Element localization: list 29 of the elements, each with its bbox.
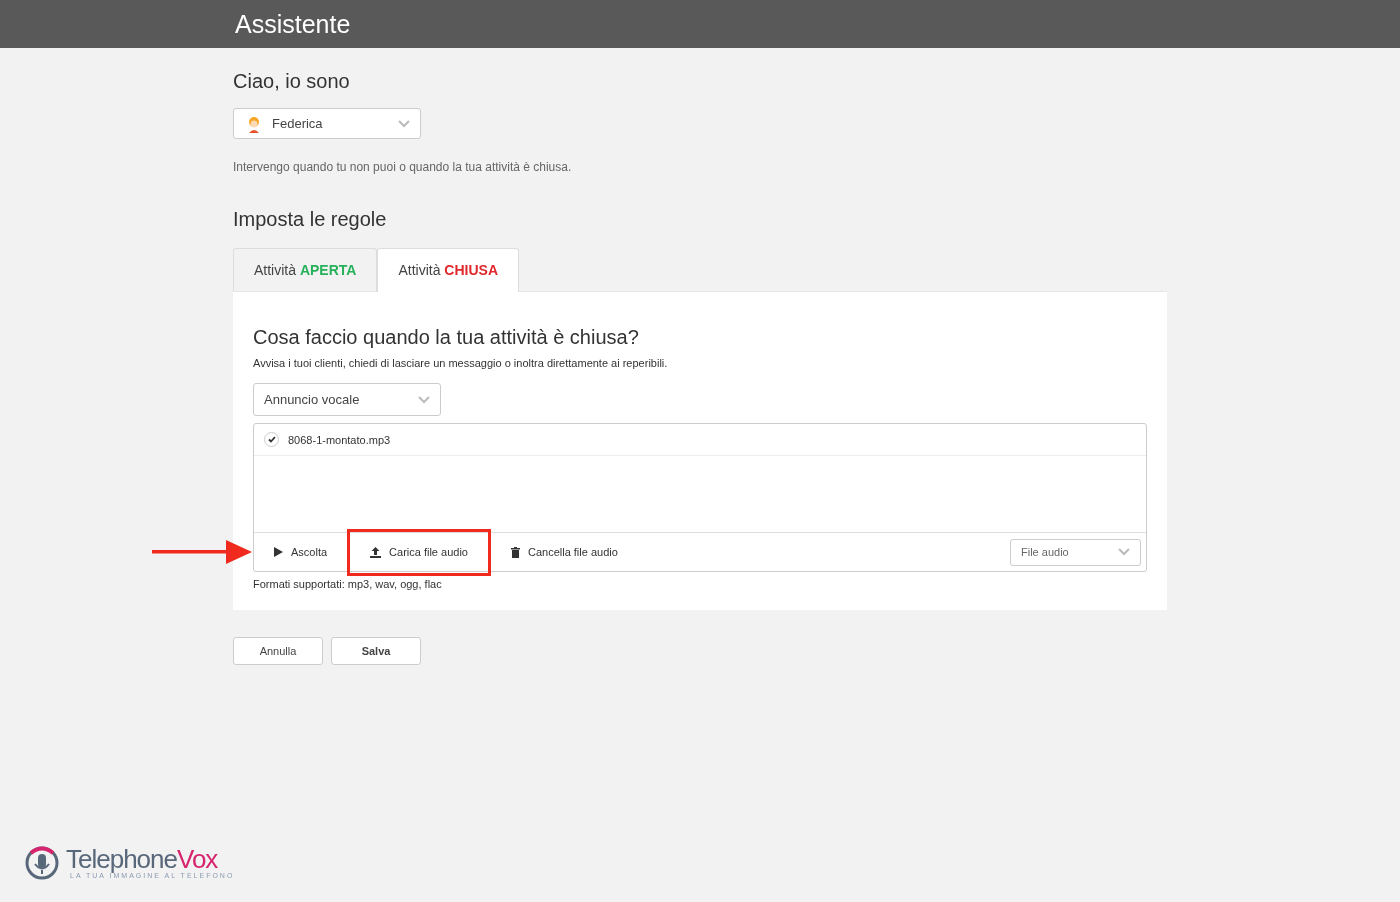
file-name: 8068-1-montato.mp3 — [288, 433, 391, 446]
section-heading: Imposta le regole — [233, 208, 388, 231]
tab[interactable]: Attività APERTA — [233, 248, 378, 291]
page-title: Assistente — [235, 9, 351, 39]
upload-icon — [370, 546, 382, 558]
check-icon — [267, 436, 276, 443]
chevron-down-icon — [1118, 548, 1130, 556]
file-row[interactable]: 8068-1-montato.mp3 — [254, 424, 1146, 456]
source-select[interactable]: File audio — [1010, 538, 1141, 566]
play-icon — [274, 547, 283, 557]
toolbar-button[interactable]: Cancella file audio — [490, 533, 638, 571]
trash-icon — [510, 546, 520, 558]
microphone-logo-icon — [24, 844, 60, 880]
panel-subtitle: Avvisa i tuoi clienti, chiedi di lasciare un messaggio o inoltra direttamente ai reperibili. — [253, 357, 669, 369]
description-text: Intervengo quando tu non puoi o quando la tua attività è chiusa. — [233, 160, 573, 174]
form-button[interactable]: Salva — [331, 637, 421, 665]
section-heading: Ciao, io sono — [233, 70, 351, 93]
logo-text: TelephoneVox — [66, 845, 218, 872]
assistant-select[interactable]: Federica — [233, 108, 421, 139]
formats-note: Formati supportati: mp3, wav, ogg, flac — [253, 578, 443, 590]
form-button[interactable]: Annulla — [233, 637, 323, 665]
toolbar-button[interactable]: Carica file audio — [347, 528, 491, 576]
arrow-icon — [152, 540, 252, 564]
panel-title: Cosa faccio quando la tua attività è chiusa? — [253, 326, 640, 349]
toolbar-button[interactable]: Ascolta — [254, 533, 348, 571]
chevron-down-icon — [418, 395, 430, 404]
action-select[interactable]: Annuncio vocale — [253, 383, 441, 416]
tab[interactable]: Attività CHIUSA — [377, 248, 519, 292]
chevron-down-icon — [398, 119, 410, 128]
